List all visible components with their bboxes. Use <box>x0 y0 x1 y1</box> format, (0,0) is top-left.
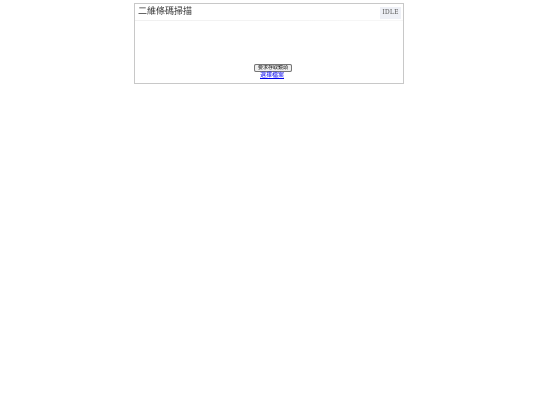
choose-file-link[interactable]: 選擇檔案 <box>260 72 284 80</box>
panel-title: 二維條碼掃描 <box>138 7 193 17</box>
status-badge: IDLE <box>380 7 401 19</box>
camera-viewport <box>135 21 403 65</box>
request-camera-button[interactable]: 要求存取鏡頭 <box>254 64 292 72</box>
scanner-panel: 二維條碼掃描 IDLE 要求存取鏡頭 選擇檔案 <box>134 3 404 84</box>
